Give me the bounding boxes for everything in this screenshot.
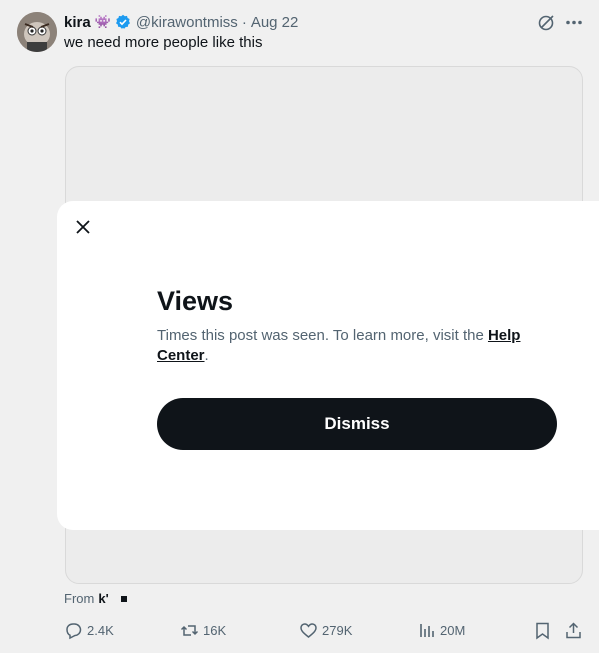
action-bar: 2.4K 16K 279K 20M bbox=[64, 621, 584, 641]
more-icon[interactable] bbox=[564, 13, 584, 32]
post-date[interactable]: Aug 22 bbox=[251, 14, 299, 31]
modal-body-end: . bbox=[204, 347, 209, 364]
modal-body: Times this post was seen. To learn more,… bbox=[157, 326, 547, 366]
share-icon bbox=[566, 622, 581, 639]
views-button[interactable]: 20M bbox=[417, 621, 465, 640]
reply-button[interactable]: 2.4K bbox=[64, 621, 114, 640]
close-icon bbox=[76, 220, 90, 234]
modal-body-text: Times this post was seen. To learn more,… bbox=[157, 327, 488, 344]
modal-title: Views bbox=[157, 286, 234, 316]
repost-icon bbox=[180, 625, 199, 636]
reply-icon bbox=[66, 623, 82, 640]
close-button[interactable] bbox=[71, 215, 95, 239]
author-emoji: 👾 bbox=[94, 14, 111, 29]
views-chart-icon bbox=[420, 624, 434, 637]
like-button[interactable]: 279K bbox=[299, 621, 352, 640]
author-handle[interactable]: @kirawontmiss bbox=[136, 14, 238, 31]
reply-count: 2.4K bbox=[87, 623, 114, 638]
views-count: 20M bbox=[440, 623, 466, 638]
from-logo[interactable]: k' bbox=[98, 591, 108, 606]
from-square-icon bbox=[120, 595, 127, 602]
from-attribution: From k' bbox=[64, 591, 127, 606]
avatar[interactable] bbox=[17, 12, 57, 52]
views-modal: Views Times this post was seen. To learn… bbox=[57, 201, 599, 530]
tweet-header: kira 👾 @kirawontmiss · Aug 22 bbox=[64, 12, 298, 32]
separator-dot: · bbox=[241, 13, 247, 31]
heart-icon bbox=[300, 623, 317, 638]
bookmark-button[interactable] bbox=[533, 621, 556, 640]
repost-count: 16K bbox=[203, 623, 227, 638]
like-count: 279K bbox=[322, 623, 353, 638]
share-button[interactable] bbox=[564, 621, 587, 640]
grok-icon[interactable] bbox=[537, 13, 556, 32]
repost-button[interactable]: 16K bbox=[180, 621, 226, 640]
from-prefix: From bbox=[64, 591, 95, 606]
bookmark-icon bbox=[536, 622, 549, 640]
author-name[interactable]: kira bbox=[64, 14, 91, 31]
tweet-text: we need more people like this bbox=[64, 34, 263, 51]
verified-badge-icon[interactable] bbox=[115, 14, 131, 30]
dismiss-button[interactable]: Dismiss bbox=[157, 398, 557, 450]
